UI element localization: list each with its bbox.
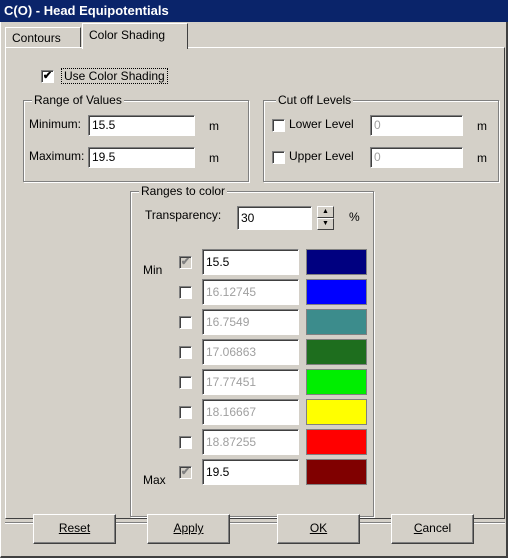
range-row-color-swatch[interactable] (306, 369, 367, 395)
cutoff-levels-group: Cut off Levels Lower Level 0 m Upper Lev… (263, 93, 499, 182)
range-row-checkbox[interactable] (179, 346, 192, 359)
spin-down-icon[interactable]: ▼ (317, 218, 334, 230)
maximum-label: Maximum: (29, 149, 85, 163)
range-row-value[interactable]: 16.7549 (202, 309, 299, 335)
range-row-value[interactable]: 18.87255 (202, 429, 299, 455)
range-of-values-group: Range of Values Minimum: 15.5 m Maximum:… (23, 93, 249, 182)
upper-level-unit: m (477, 151, 487, 165)
range-row-color-swatch[interactable] (306, 399, 367, 425)
upper-level-checkbox[interactable] (272, 151, 285, 164)
lower-level-unit: m (477, 119, 487, 133)
transparency-percent: % (349, 210, 360, 224)
range-row-value[interactable]: 17.77451 (202, 369, 299, 395)
range-row-color-swatch[interactable] (306, 279, 367, 305)
range-row-checkbox[interactable] (179, 406, 192, 419)
range-row-checkbox[interactable] (179, 316, 192, 329)
ranges-to-color-group: Ranges to color Transparency: 30 ▲ ▼ % M… (130, 184, 374, 517)
ranges-to-color-title: Ranges to color (139, 184, 228, 198)
range-row-color-swatch[interactable] (306, 459, 367, 485)
range-row-color-swatch[interactable] (306, 429, 367, 455)
lower-level-checkbox[interactable] (272, 119, 285, 132)
transparency-label: Transparency: (145, 208, 222, 222)
cancel-label-rest: ancel (422, 521, 452, 535)
upper-level-input[interactable]: 0 (370, 147, 463, 168)
range-row-checkbox-min: ✔ (179, 256, 192, 269)
transparency-input[interactable]: 30 (237, 206, 312, 230)
ok-button[interactable]: OK (277, 514, 360, 544)
minimum-unit: m (209, 119, 219, 133)
color-shading-panel: ✔ Use Color Shading Range of Values Mini… (5, 47, 505, 519)
minimum-label: Minimum: (29, 117, 82, 131)
lower-level-input[interactable]: 0 (370, 115, 463, 136)
cutoff-levels-title: Cut off Levels (276, 93, 354, 107)
max-label: Max (143, 473, 166, 487)
reset-button[interactable]: Reset (33, 514, 116, 544)
range-row-value[interactable]: 16.12745 (202, 279, 299, 305)
lower-level-label: Lower Level (289, 117, 354, 131)
range-row-value[interactable]: 15.5 (202, 249, 299, 275)
range-row-color-swatch[interactable] (306, 339, 367, 365)
transparency-spinner[interactable]: ▲ ▼ (317, 206, 334, 230)
range-of-values-title: Range of Values (32, 93, 124, 107)
dialog: Contours Color Shading ✔ Use Color Shadi… (0, 22, 508, 558)
window-title: C(O) - Head Equipotentials (0, 0, 508, 22)
upper-level-label: Upper Level (289, 149, 354, 163)
range-row-checkbox-max: ✔ (179, 466, 192, 479)
range-row-color-swatch[interactable] (306, 309, 367, 335)
range-row-checkbox[interactable] (179, 436, 192, 449)
range-row-value[interactable]: 18.16667 (202, 399, 299, 425)
use-color-shading-label: Use Color Shading (61, 68, 168, 84)
maximum-unit: m (209, 151, 219, 165)
use-color-shading-checkbox[interactable]: ✔ (41, 70, 54, 83)
minimum-input[interactable]: 15.5 (88, 115, 195, 136)
range-row-value[interactable]: 17.06863 (202, 339, 299, 365)
cancel-button[interactable]: Cancel (391, 514, 474, 544)
range-row-value[interactable]: 19.5 (202, 459, 299, 485)
range-row-checkbox[interactable] (179, 286, 192, 299)
tab-contours[interactable]: Contours (5, 27, 81, 47)
range-row-checkbox[interactable] (179, 376, 192, 389)
apply-button[interactable]: Apply (147, 514, 230, 544)
maximum-input[interactable]: 19.5 (88, 147, 195, 168)
range-row-color-swatch[interactable] (306, 249, 367, 275)
spin-up-icon[interactable]: ▲ (317, 206, 334, 218)
min-label: Min (143, 263, 163, 277)
tab-color-shading[interactable]: Color Shading (82, 23, 188, 49)
